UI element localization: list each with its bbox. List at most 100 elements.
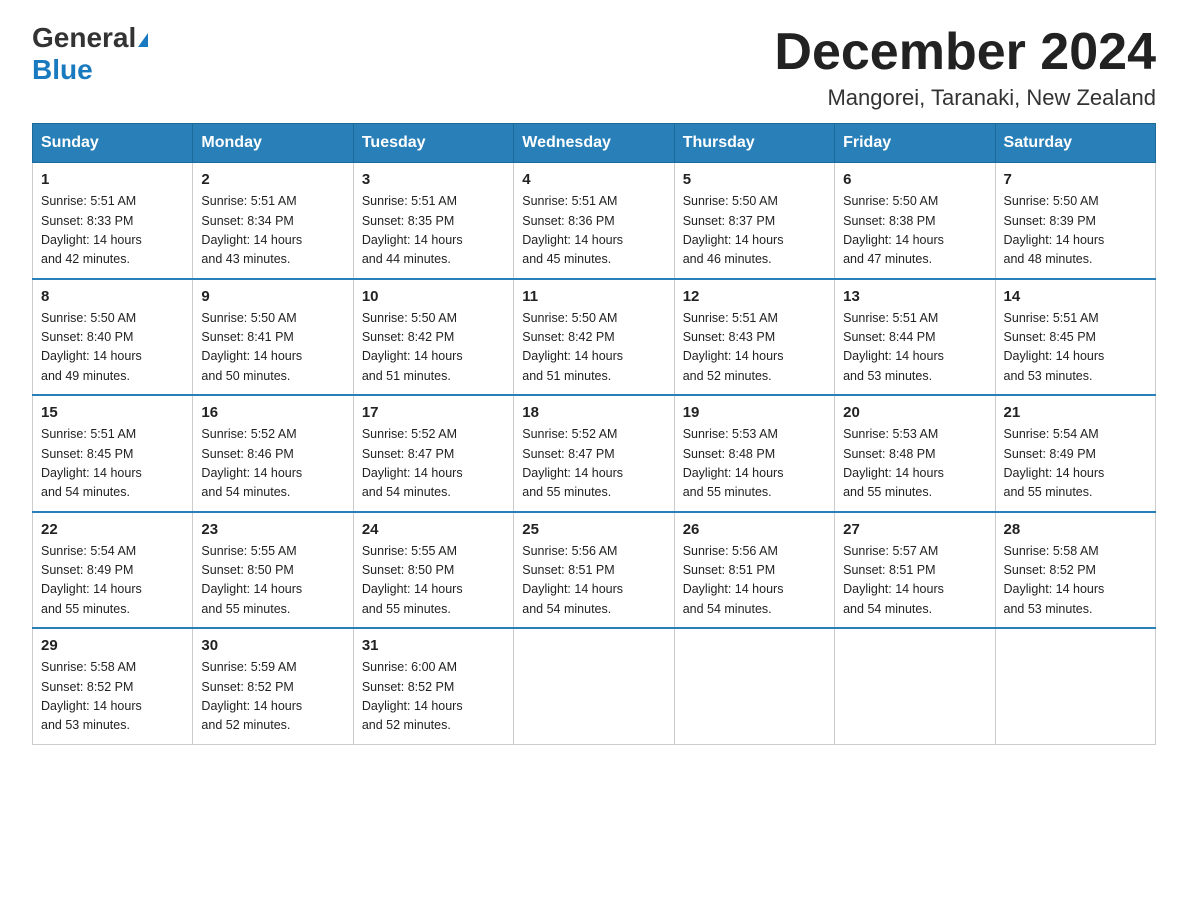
calendar-header-row: SundayMondayTuesdayWednesdayThursdayFrid…	[33, 124, 1156, 163]
day-info: Sunrise: 5:50 AMSunset: 8:42 PMDaylight:…	[522, 309, 665, 387]
day-number: 30	[201, 637, 344, 654]
day-number: 15	[41, 404, 184, 421]
day-info: Sunrise: 5:50 AMSunset: 8:39 PMDaylight:…	[1004, 192, 1147, 270]
day-number: 6	[843, 171, 986, 188]
calendar-cell: 16Sunrise: 5:52 AMSunset: 8:46 PMDayligh…	[193, 395, 353, 512]
day-number: 11	[522, 288, 665, 305]
calendar-cell: 24 Sunrise: 5:55 AMSunset: 8:50 PMDayligh…	[353, 512, 513, 629]
day-info: Sunrise: 5:55 AMSunset: 8:50 PMDaylight:…	[201, 542, 344, 620]
day-info: Sunrise: 5:53 AMSunset: 8:48 PMDaylight:…	[683, 425, 826, 503]
calendar-header-sunday: Sunday	[33, 124, 193, 163]
location: Mangorei, Taranaki, New Zealand	[774, 85, 1156, 111]
day-info: Sunrise: 5:51 AMSunset: 8:45 PMDaylight:…	[41, 425, 184, 503]
day-info: Sunrise: 5:56 AMSunset: 8:51 PMDaylight:…	[683, 542, 826, 620]
day-info: Sunrise: 5:58 AMSunset: 8:52 PMDaylight:…	[1004, 542, 1147, 620]
calendar-cell	[995, 628, 1155, 744]
day-number: 24	[362, 521, 505, 538]
calendar-cell: 20Sunrise: 5:53 AMSunset: 8:48 PMDayligh…	[835, 395, 995, 512]
calendar-cell: 12 Sunrise: 5:51 AMSunset: 8:43 PMDayligh…	[674, 279, 834, 396]
calendar-cell: 14 Sunrise: 5:51 AMSunset: 8:45 PMDayligh…	[995, 279, 1155, 396]
day-info: Sunrise: 5:57 AMSunset: 8:51 PMDaylight:…	[843, 542, 986, 620]
day-info: Sunrise: 5:51 AMSunset: 8:33 PMDaylight:…	[41, 192, 184, 270]
calendar-cell: 1 Sunrise: 5:51 AMSunset: 8:33 PMDaylight…	[33, 163, 193, 279]
month-title: December 2024	[774, 24, 1156, 81]
day-info: Sunrise: 5:52 AMSunset: 8:47 PMDaylight:…	[362, 425, 505, 503]
calendar-cell	[514, 628, 674, 744]
calendar-cell: 6Sunrise: 5:50 AMSunset: 8:38 PMDaylight…	[835, 163, 995, 279]
calendar-cell: 18 Sunrise: 5:52 AMSunset: 8:47 PMDayligh…	[514, 395, 674, 512]
day-number: 23	[201, 521, 344, 538]
calendar-cell: 23 Sunrise: 5:55 AMSunset: 8:50 PMDayligh…	[193, 512, 353, 629]
calendar-cell: 19 Sunrise: 5:53 AMSunset: 8:48 PMDayligh…	[674, 395, 834, 512]
day-info: Sunrise: 5:51 AMSunset: 8:43 PMDaylight:…	[683, 309, 826, 387]
day-number: 29	[41, 637, 184, 654]
day-info: Sunrise: 5:52 AMSunset: 8:47 PMDaylight:…	[522, 425, 665, 503]
day-info: Sunrise: 5:51 AMSunset: 8:36 PMDaylight:…	[522, 192, 665, 270]
calendar-cell: 30 Sunrise: 5:59 AMSunset: 8:52 PMDayligh…	[193, 628, 353, 744]
day-number: 19	[683, 404, 826, 421]
day-number: 31	[362, 637, 505, 654]
calendar-header-saturday: Saturday	[995, 124, 1155, 163]
calendar-cell	[835, 628, 995, 744]
day-number: 28	[1004, 521, 1147, 538]
day-info: Sunrise: 5:59 AMSunset: 8:52 PMDaylight:…	[201, 658, 344, 736]
day-info: Sunrise: 5:55 AMSunset: 8:50 PMDaylight:…	[362, 542, 505, 620]
day-number: 18	[522, 404, 665, 421]
calendar-cell: 28 Sunrise: 5:58 AMSunset: 8:52 PMDayligh…	[995, 512, 1155, 629]
calendar-cell: 5 Sunrise: 5:50 AMSunset: 8:37 PMDaylight…	[674, 163, 834, 279]
day-number: 22	[41, 521, 184, 538]
logo-text-line2: Blue	[32, 54, 93, 86]
calendar-week-row-1: 1 Sunrise: 5:51 AMSunset: 8:33 PMDaylight…	[33, 163, 1156, 279]
calendar-cell: 8Sunrise: 5:50 AMSunset: 8:40 PMDaylight…	[33, 279, 193, 396]
calendar-week-row-5: 29 Sunrise: 5:58 AMSunset: 8:52 PMDayligh…	[33, 628, 1156, 744]
calendar-header-wednesday: Wednesday	[514, 124, 674, 163]
day-info: Sunrise: 5:58 AMSunset: 8:52 PMDaylight:…	[41, 658, 184, 736]
day-number: 12	[683, 288, 826, 305]
day-number: 27	[843, 521, 986, 538]
calendar-week-row-2: 8Sunrise: 5:50 AMSunset: 8:40 PMDaylight…	[33, 279, 1156, 396]
calendar-cell	[674, 628, 834, 744]
day-info: Sunrise: 5:54 AMSunset: 8:49 PMDaylight:…	[41, 542, 184, 620]
day-info: Sunrise: 5:56 AMSunset: 8:51 PMDaylight:…	[522, 542, 665, 620]
logo: General Blue	[32, 24, 148, 86]
day-info: Sunrise: 5:52 AMSunset: 8:46 PMDaylight:…	[201, 425, 344, 503]
calendar-cell: 10Sunrise: 5:50 AMSunset: 8:42 PMDayligh…	[353, 279, 513, 396]
calendar-cell: 7 Sunrise: 5:50 AMSunset: 8:39 PMDaylight…	[995, 163, 1155, 279]
calendar-cell: 3Sunrise: 5:51 AMSunset: 8:35 PMDaylight…	[353, 163, 513, 279]
calendar-week-row-4: 22 Sunrise: 5:54 AMSunset: 8:49 PMDayligh…	[33, 512, 1156, 629]
calendar-cell: 2 Sunrise: 5:51 AMSunset: 8:34 PMDaylight…	[193, 163, 353, 279]
day-info: Sunrise: 5:51 AMSunset: 8:34 PMDaylight:…	[201, 192, 344, 270]
day-number: 26	[683, 521, 826, 538]
day-info: Sunrise: 5:51 AMSunset: 8:44 PMDaylight:…	[843, 309, 986, 387]
day-info: Sunrise: 5:51 AMSunset: 8:45 PMDaylight:…	[1004, 309, 1147, 387]
calendar-cell: 11 Sunrise: 5:50 AMSunset: 8:42 PMDayligh…	[514, 279, 674, 396]
calendar-table: SundayMondayTuesdayWednesdayThursdayFrid…	[32, 123, 1156, 745]
calendar-header-friday: Friday	[835, 124, 995, 163]
calendar-cell: 4 Sunrise: 5:51 AMSunset: 8:36 PMDaylight…	[514, 163, 674, 279]
day-number: 1	[41, 171, 184, 188]
calendar-cell: 25Sunrise: 5:56 AMSunset: 8:51 PMDayligh…	[514, 512, 674, 629]
day-number: 13	[843, 288, 986, 305]
calendar-cell: 22 Sunrise: 5:54 AMSunset: 8:49 PMDayligh…	[33, 512, 193, 629]
calendar-cell: 27 Sunrise: 5:57 AMSunset: 8:51 PMDayligh…	[835, 512, 995, 629]
logo-text-line1: General	[32, 24, 148, 52]
calendar-cell: 26 Sunrise: 5:56 AMSunset: 8:51 PMDayligh…	[674, 512, 834, 629]
calendar-header-tuesday: Tuesday	[353, 124, 513, 163]
day-info: Sunrise: 5:50 AMSunset: 8:37 PMDaylight:…	[683, 192, 826, 270]
calendar-header-thursday: Thursday	[674, 124, 834, 163]
calendar-cell: 31Sunrise: 6:00 AMSunset: 8:52 PMDayligh…	[353, 628, 513, 744]
title-block: December 2024 Mangorei, Taranaki, New Ze…	[774, 24, 1156, 111]
day-number: 4	[522, 171, 665, 188]
day-number: 7	[1004, 171, 1147, 188]
day-info: Sunrise: 5:54 AMSunset: 8:49 PMDaylight:…	[1004, 425, 1147, 503]
calendar-cell: 17Sunrise: 5:52 AMSunset: 8:47 PMDayligh…	[353, 395, 513, 512]
calendar-cell: 13 Sunrise: 5:51 AMSunset: 8:44 PMDayligh…	[835, 279, 995, 396]
calendar-cell: 29 Sunrise: 5:58 AMSunset: 8:52 PMDayligh…	[33, 628, 193, 744]
day-info: Sunrise: 5:50 AMSunset: 8:40 PMDaylight:…	[41, 309, 184, 387]
day-number: 2	[201, 171, 344, 188]
day-number: 3	[362, 171, 505, 188]
day-number: 9	[201, 288, 344, 305]
day-number: 5	[683, 171, 826, 188]
day-number: 21	[1004, 404, 1147, 421]
day-number: 14	[1004, 288, 1147, 305]
